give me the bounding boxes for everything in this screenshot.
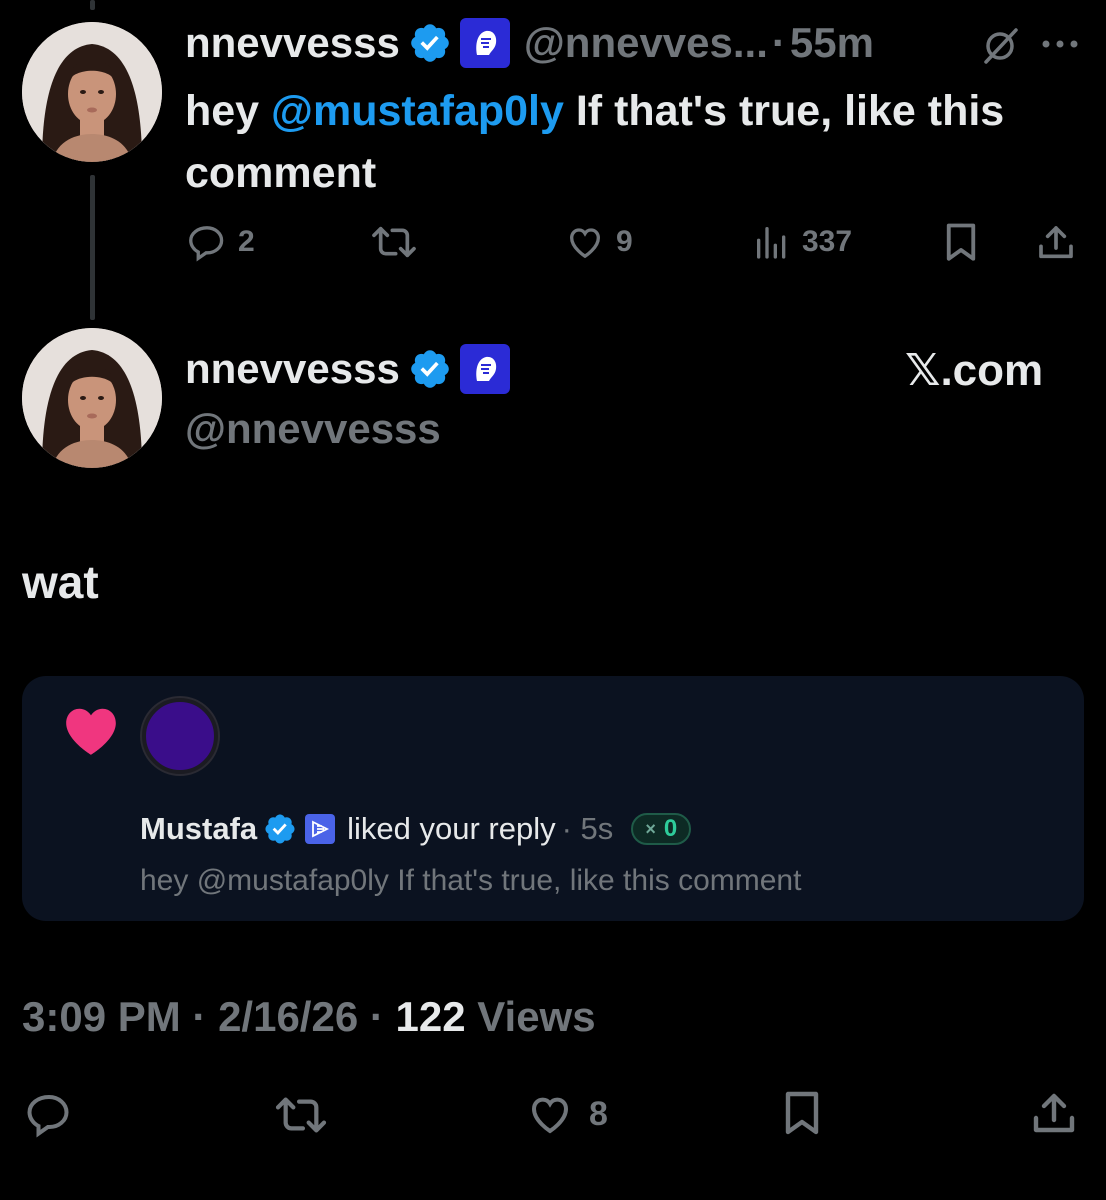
separator-dot: ·: [771, 19, 786, 66]
repost-icon: [372, 226, 416, 258]
tweet-text: wat: [22, 556, 99, 608]
thread-line: [90, 175, 95, 320]
reply-icon: [27, 1094, 69, 1138]
more-icon[interactable]: [1040, 36, 1080, 52]
tweet-time[interactable]: 3:09 PM: [22, 993, 181, 1040]
bookmark-icon: [946, 223, 976, 261]
like-icon: [531, 1097, 569, 1134]
meta-separator: ·: [180, 993, 219, 1040]
avatar[interactable]: [142, 698, 218, 774]
meta-separator: ·: [358, 993, 396, 1040]
parent-tweet-text: hey @mustafap0ly If that's true, like th…: [185, 80, 1065, 204]
mention-link[interactable]: @mustafap0ly: [271, 87, 564, 135]
tweet-date[interactable]: 2/16/26: [218, 993, 358, 1040]
display-name[interactable]: nnevvesss: [185, 19, 400, 67]
verified-badge-icon: [265, 814, 295, 844]
chip-value: 0: [663, 815, 678, 842]
views-label: Views: [465, 993, 596, 1040]
affiliate-badge-icon: [459, 344, 510, 394]
verified-badge-icon: [411, 350, 449, 388]
views-count: 337: [802, 225, 853, 258]
share-icon: [1033, 1093, 1075, 1133]
like-count: 8: [589, 1094, 608, 1133]
source-label: 𝕏.com: [905, 346, 1044, 395]
heart-icon: [66, 708, 116, 755]
parent-tweet-header: nnevvesss @nnevves... · 55m: [185, 18, 874, 68]
reply-button[interactable]: 2: [186, 222, 255, 262]
main-tweet-header: nnevvesss: [185, 344, 510, 394]
like-icon: [569, 228, 601, 259]
reply-count: 2: [238, 225, 255, 258]
count-chip: × 0: [631, 813, 692, 845]
share-button[interactable]: [1036, 222, 1076, 264]
tweet-meta: 3:09 PM · 2/16/26 · 122 Views: [22, 993, 596, 1041]
timestamp[interactable]: 55m: [790, 19, 874, 67]
bookmark-button[interactable]: [780, 1090, 824, 1138]
tweet-text-prefix: hey: [185, 87, 272, 135]
verified-badge-icon: [411, 24, 449, 62]
repost-button[interactable]: [272, 1092, 330, 1138]
bookmark-icon: [785, 1091, 819, 1135]
share-button[interactable]: [1030, 1090, 1078, 1138]
views-count[interactable]: 122: [396, 993, 466, 1040]
avatar[interactable]: [22, 22, 162, 162]
like-count: 9: [616, 225, 633, 258]
reply-button[interactable]: [24, 1090, 74, 1138]
display-name[interactable]: nnevvesss: [185, 345, 400, 393]
repost-button[interactable]: [370, 222, 418, 262]
notification-name[interactable]: Mustafa: [140, 811, 257, 847]
reply-icon: [189, 226, 224, 262]
notification-header: Mustafa liked your reply · 5s × 0: [140, 811, 692, 847]
bookmark-button[interactable]: [942, 222, 980, 264]
chip-icon: ×: [645, 818, 656, 839]
repost-icon: [275, 1097, 327, 1133]
share-icon: [1039, 226, 1073, 259]
affiliate-badge-icon: [459, 18, 510, 68]
notification-text: hey @mustafap0ly If that's true, like th…: [140, 864, 802, 897]
grok-icon[interactable]: [980, 28, 1020, 64]
avatar[interactable]: [22, 328, 162, 468]
notification-time: · 5s: [561, 811, 614, 846]
views-button[interactable]: 337: [752, 222, 852, 262]
like-button[interactable]: 8: [525, 1090, 608, 1138]
notification-action: liked your reply: [347, 811, 556, 846]
views-icon: [757, 227, 786, 259]
notification-card: Mustafa liked your reply · 5s × 0 hey @m…: [22, 676, 1084, 921]
affiliate-badge-icon: [305, 814, 336, 844]
like-button[interactable]: 9: [564, 222, 633, 262]
thread-line-top: [90, 0, 95, 10]
handle[interactable]: @nnevves...: [524, 19, 768, 67]
handle[interactable]: @nnevvesss: [185, 405, 441, 453]
